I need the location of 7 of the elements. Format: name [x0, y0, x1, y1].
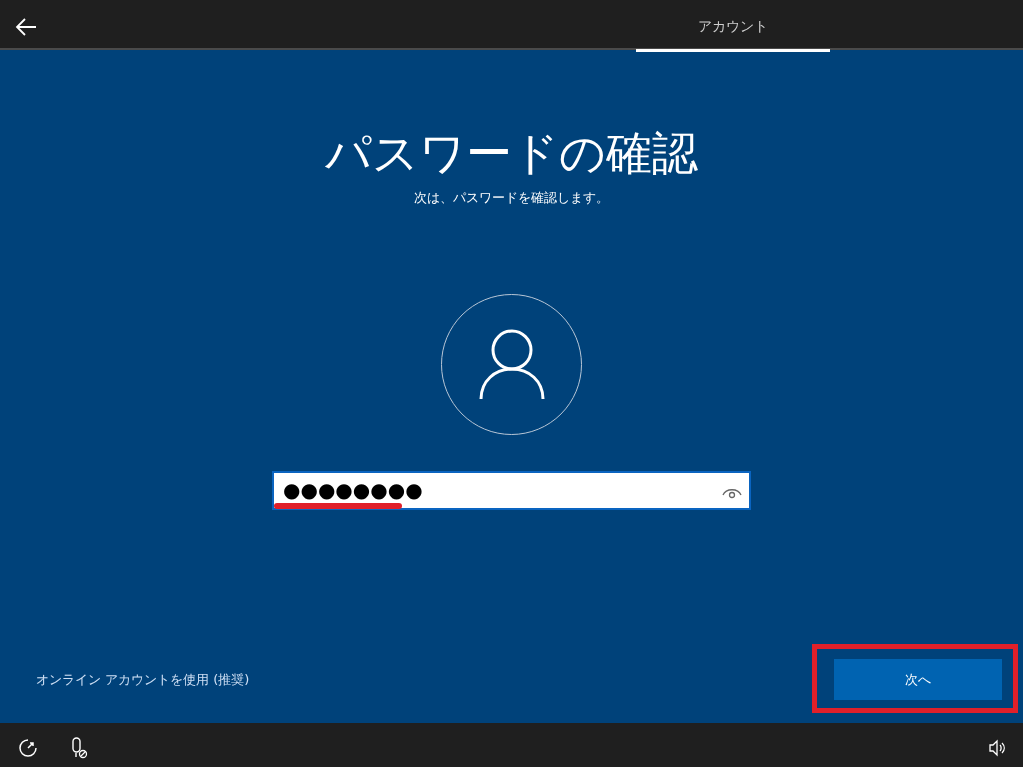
online-account-link[interactable]: オンライン アカウントを使用 (推奨) [36, 670, 250, 690]
microphone-off-icon[interactable] [70, 735, 88, 759]
page-title: パスワードの確認 [324, 125, 699, 176]
account-tab[interactable]: アカウント [636, 0, 830, 52]
password-field[interactable]: ●●●●●●●● [272, 470, 751, 510]
page-subtitle: 次は、パスワードを確認します。 [413, 189, 610, 207]
next-button[interactable]: 次へ [834, 659, 1002, 700]
